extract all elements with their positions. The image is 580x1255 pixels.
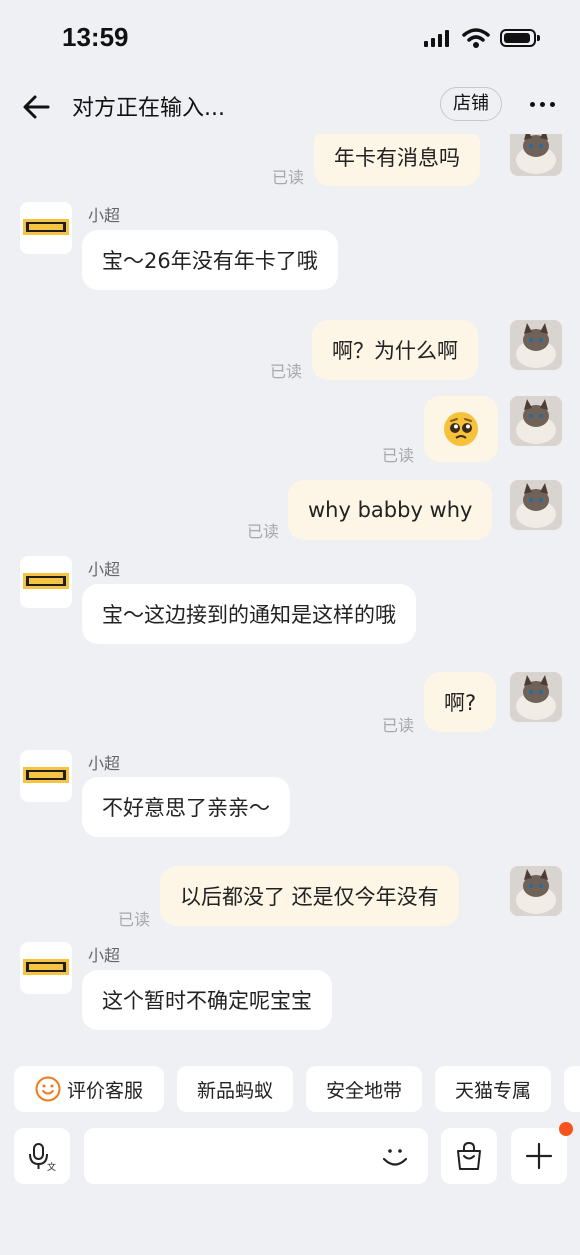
chip-label: 新品蚂蚁 xyxy=(196,1079,273,1102)
chat-header: 对方正在输入... 店铺 xyxy=(0,78,580,134)
read-status: 已读 xyxy=(272,168,305,187)
plus-icon xyxy=(525,1142,553,1170)
read-status: 已读 xyxy=(270,362,303,381)
my-message-bubble[interactable]: 年卡有消息吗 xyxy=(314,134,480,186)
store-logo-icon xyxy=(23,959,69,975)
my-message-bubble[interactable]: why babby why xyxy=(288,480,493,540)
other-message-bubble[interactable]: 宝～26年没有年卡了哦 xyxy=(82,230,338,290)
arrow-left-icon[interactable] xyxy=(20,90,54,124)
smile-icon xyxy=(35,1076,61,1102)
read-status: 已读 xyxy=(247,522,280,541)
quick-reply-new-ant[interactable]: 新品蚂蚁 xyxy=(177,1066,293,1112)
other-message-bubble[interactable]: 这个暂时不确定呢宝宝 xyxy=(82,970,332,1030)
message-input[interactable] xyxy=(84,1128,428,1184)
sender-name: 小超 xyxy=(88,206,121,225)
wifi-icon xyxy=(462,28,490,48)
my-avatar[interactable] xyxy=(510,672,562,722)
other-message-bubble[interactable]: 宝～这边接到的通知是这样的哦 xyxy=(82,584,416,644)
sender-name: 小超 xyxy=(88,754,121,773)
store-logo-icon xyxy=(23,219,69,235)
shopping-bag-icon xyxy=(457,1141,481,1170)
chat-area[interactable]: 年卡有消息吗 已读 小超 宝～26年没有年卡了哦 啊？为什么啊 已读 已读 wh… xyxy=(0,134,580,1050)
chip-label: 天猫专属 xyxy=(454,1079,531,1102)
chip-label: 评价客服 xyxy=(66,1079,143,1102)
read-status: 已读 xyxy=(382,446,415,465)
store-avatar[interactable] xyxy=(20,202,72,254)
store-avatar[interactable] xyxy=(20,750,72,802)
input-bar: 文 xyxy=(0,1122,580,1184)
quick-reply-more[interactable] xyxy=(564,1066,580,1112)
read-status: 已读 xyxy=(118,910,151,929)
message-text: 啊？为什么啊 xyxy=(332,339,458,363)
my-avatar[interactable] xyxy=(510,320,562,370)
my-message-bubble[interactable]: 以后都没了 还是仅今年没有 xyxy=(160,866,459,926)
status-time: 13:59 xyxy=(62,22,129,52)
my-emoji-bubble[interactable] xyxy=(424,396,498,462)
my-avatar[interactable] xyxy=(510,396,562,446)
svg-text:文: 文 xyxy=(47,1161,56,1171)
store-logo-icon xyxy=(23,767,69,783)
message-text: why babby why xyxy=(308,498,473,522)
my-avatar[interactable] xyxy=(510,866,562,916)
store-avatar[interactable] xyxy=(20,942,72,994)
quick-reply-safe-zone[interactable]: 安全地带 xyxy=(306,1066,422,1112)
pleading-face-icon xyxy=(444,412,478,446)
my-message-bubble[interactable]: 啊？为什么啊 xyxy=(312,320,478,380)
chip-label: 安全地带 xyxy=(325,1079,402,1102)
chat-title: 对方正在输入... xyxy=(72,96,225,121)
sender-name: 小超 xyxy=(88,560,121,579)
message-text: 啊? xyxy=(444,691,477,715)
store-avatar[interactable] xyxy=(20,556,72,608)
other-message-bubble[interactable]: 不好意思了亲亲～ xyxy=(82,777,290,837)
more-dots-icon[interactable] xyxy=(530,102,555,107)
smile-face-icon[interactable] xyxy=(378,1140,412,1174)
shop-button[interactable] xyxy=(441,1128,497,1184)
message-text: 宝～这边接到的通知是这样的哦 xyxy=(102,603,396,627)
status-bar: 13:59 xyxy=(0,0,580,78)
message-text: 以后都没了 还是仅今年没有 xyxy=(180,885,439,909)
my-message-bubble[interactable]: 啊? xyxy=(424,672,497,732)
message-text: 不好意思了亲亲～ xyxy=(102,796,270,820)
sender-name: 小超 xyxy=(88,946,121,965)
my-avatar[interactable] xyxy=(510,480,562,530)
notification-dot xyxy=(559,1122,573,1136)
battery-icon xyxy=(500,29,540,47)
add-button[interactable] xyxy=(511,1122,573,1184)
voice-button[interactable]: 文 xyxy=(14,1128,70,1184)
quick-reply-tmall-exclusive[interactable]: 天猫专属 xyxy=(435,1066,551,1112)
my-avatar[interactable] xyxy=(510,134,562,176)
message-text: 宝～26年没有年卡了哦 xyxy=(102,249,318,273)
read-status: 已读 xyxy=(382,716,415,735)
message-text: 年卡有消息吗 xyxy=(334,146,460,170)
mic-translate-icon: 文 xyxy=(29,1143,56,1171)
quick-reply-bar: 评价客服 新品蚂蚁 安全地带 天猫专属 xyxy=(14,1066,580,1112)
message-text: 这个暂时不确定呢宝宝 xyxy=(102,989,312,1013)
signal-icon xyxy=(424,30,449,47)
quick-reply-rate-service[interactable]: 评价客服 xyxy=(14,1066,164,1112)
store-logo-icon xyxy=(23,573,69,589)
store-button[interactable]: 店铺 xyxy=(440,87,502,121)
